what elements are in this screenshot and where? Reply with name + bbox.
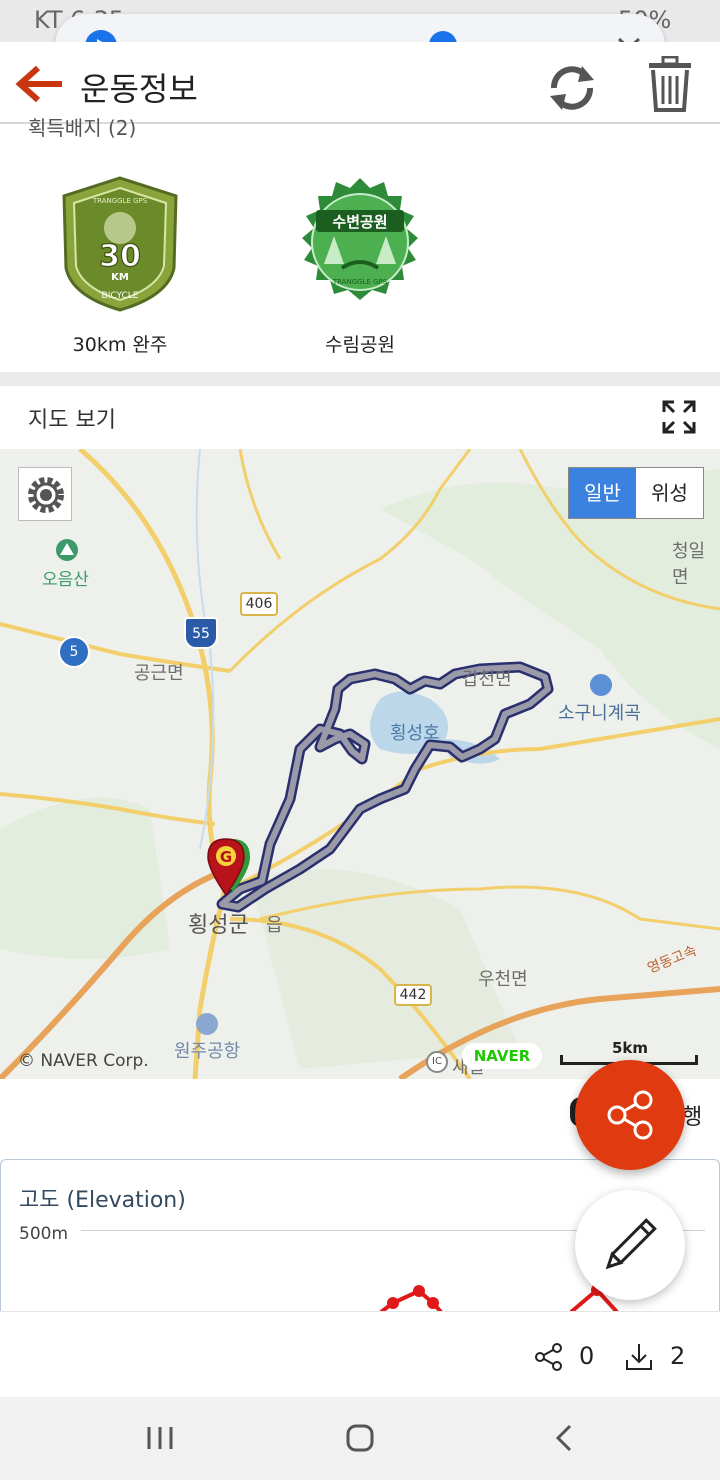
- elevation-point: [413, 1285, 425, 1297]
- badges-section-title: 획득배지 (2): [28, 116, 137, 140]
- share-icon[interactable]: [534, 1342, 564, 1376]
- expressway-55-shield: 55: [184, 617, 218, 649]
- map-section-header: 지도 보기: [0, 386, 720, 449]
- edit-fab[interactable]: [575, 1190, 685, 1300]
- route-map[interactable]: 406 55 5 442 오음산 공근면 갑천면 횡성호 소구니계곡 청일면 횡…: [0, 449, 720, 1079]
- map-section-title: 지도 보기: [28, 408, 116, 433]
- badge-unit: KM: [111, 272, 129, 283]
- route-path: [216, 661, 554, 913]
- badge-value: 30: [99, 239, 141, 274]
- map-copyright: © NAVER Corp.: [18, 1051, 149, 1071]
- download-count: 2: [670, 1342, 686, 1370]
- map-label-gonggeun: 공근면: [134, 663, 184, 684]
- share-count: 0: [579, 1342, 595, 1370]
- start-goal-marker[interactable]: G: [206, 837, 250, 903]
- elevation-point: [427, 1297, 439, 1309]
- download-icon[interactable]: [624, 1342, 654, 1376]
- badge-top-text: TRANGGLE GPS: [92, 197, 148, 205]
- map-type-satellite-button[interactable]: 위성: [636, 468, 703, 518]
- badge-bottom-text: TRANGGLE GPS: [332, 278, 388, 286]
- pencil-icon: [605, 1218, 657, 1270]
- map-label-hoengseong: 횡성군: [188, 913, 249, 938]
- share-fab[interactable]: [575, 1060, 685, 1170]
- share-icon: [607, 1090, 653, 1140]
- gear-icon: [28, 477, 64, 513]
- home-icon[interactable]: [345, 1423, 375, 1457]
- trash-icon[interactable]: [648, 55, 692, 116]
- road-442-shield: 442: [394, 984, 432, 1006]
- map-label-sogu: 소구니계곡: [558, 703, 641, 724]
- naver-logo: NAVER: [462, 1043, 542, 1069]
- badges-section: 획득배지 (2) TRANGGLE GPS 30 KM BICYCLE 30km…: [0, 116, 720, 372]
- partial-label: 행: [682, 1105, 703, 1130]
- map-label-gapcheon: 갑천면: [462, 669, 512, 690]
- ic-icon: IC: [426, 1051, 448, 1073]
- map-label-mountain: 오음산: [42, 570, 89, 590]
- airport-icon: [196, 1013, 218, 1035]
- back-arrow-icon[interactable]: [14, 64, 64, 108]
- mountain-icon: [56, 539, 78, 561]
- back-icon[interactable]: [550, 1423, 580, 1457]
- system-nav-bar: [0, 1397, 720, 1480]
- map-type-toggle: 일반 위성: [568, 467, 704, 519]
- road-406-shield: 406: [240, 592, 278, 616]
- recent-apps-icon[interactable]: [145, 1423, 175, 1457]
- marker-letter: G: [220, 848, 232, 866]
- map-settings-button[interactable]: [18, 467, 72, 521]
- map-label-hoengseong-lake: 횡성호: [390, 723, 440, 744]
- park-badge[interactable]: 수변공원 TRANGGLE GPS: [290, 176, 430, 320]
- map-type-normal-button[interactable]: 일반: [569, 468, 636, 518]
- map-label-cheongil: 청일면: [672, 541, 706, 588]
- stats-bar: 0 2: [0, 1311, 720, 1397]
- fullscreen-icon[interactable]: [662, 400, 696, 438]
- badge-bottom-text: BICYCLE: [102, 291, 139, 301]
- map-label-ucheon: 우천면: [478, 969, 528, 990]
- map-label-eup: 읍: [266, 915, 283, 936]
- bicycle-30km-badge[interactable]: TRANGGLE GPS 30 KM BICYCLE: [58, 176, 182, 316]
- badge-label: 수림공원: [325, 334, 395, 356]
- valley-icon: [590, 674, 612, 696]
- badge-label: 30km 완주: [72, 334, 168, 356]
- elevation-point: [387, 1297, 399, 1309]
- section-divider: [0, 372, 720, 386]
- road-5-shield: 5: [58, 636, 90, 668]
- badge-top-text: 수변공원: [332, 213, 387, 231]
- map-label-airport: 원주공항: [174, 1041, 241, 1062]
- page-title: 운동정보: [80, 70, 198, 108]
- refresh-icon[interactable]: [546, 64, 598, 114]
